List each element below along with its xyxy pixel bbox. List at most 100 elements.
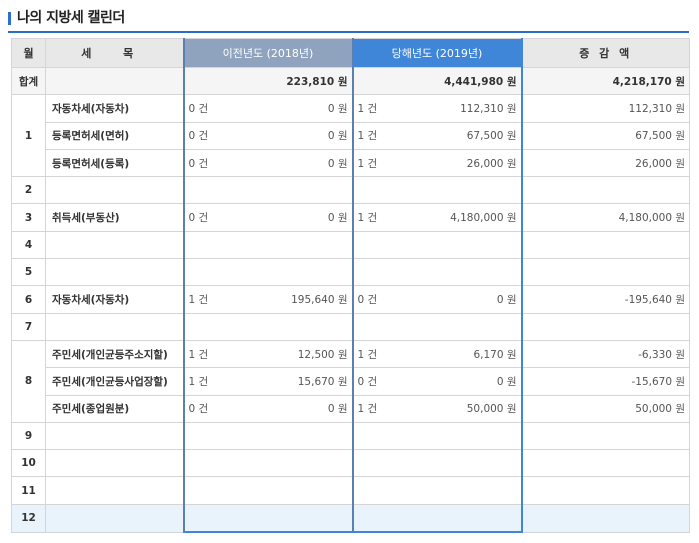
table-row: 12: [11, 503, 690, 534]
prev-amount: [231, 449, 354, 478]
curr-count: 0 건: [351, 285, 401, 314]
header-month: 월: [11, 38, 46, 68]
prev-amount: 0 원: [231, 394, 354, 423]
total-label: 합계: [11, 66, 46, 96]
table-row: 4: [11, 230, 690, 260]
tax-item: [45, 476, 184, 505]
prev-count: 0 건: [182, 394, 232, 423]
tax-item: [45, 258, 184, 287]
tax-item: 주민세(개인균등사업장할): [45, 367, 184, 396]
curr-count: 1 건: [351, 394, 401, 423]
month-cell: 6: [11, 285, 46, 314]
prev-amount: 0 원: [231, 148, 354, 178]
total-prev-amount: 223,810 원: [182, 66, 354, 96]
prev-amount: [231, 230, 354, 260]
table-row: 8 주민세(개인균등주소지할) 1 건 12,500 원 1 건 6,170 원…: [11, 339, 690, 423]
curr-count: [351, 230, 401, 260]
curr-amount: [400, 421, 523, 451]
prev-amount: 0 원: [231, 94, 354, 123]
diff-amount: -15,670 원: [521, 367, 690, 396]
total-diff: 4,218,170 원: [521, 66, 690, 96]
table-row: 2: [11, 176, 690, 205]
diff-amount: 67,500 원: [521, 121, 690, 150]
table-row: 5: [11, 258, 690, 287]
diff-amount: [521, 421, 690, 451]
table-row: 3 취득세(부동산) 0 건 0 원 1 건 4,180,000 원 4,180…: [11, 203, 690, 232]
title-accent-mark: [8, 11, 11, 25]
prev-amount: [231, 476, 354, 505]
curr-amount: 26,000 원: [400, 148, 523, 178]
curr-count: [351, 176, 401, 205]
diff-amount: [521, 476, 690, 505]
curr-count: 1 건: [351, 94, 401, 123]
table-row: 11: [11, 476, 690, 505]
diff-amount: 112,310 원: [521, 94, 690, 123]
prev-amount: 0 원: [231, 121, 354, 150]
curr-amount: [400, 476, 523, 505]
tax-item: [45, 230, 184, 260]
prev-count: [182, 258, 232, 287]
table-row: 등록면허세(면허) 0 건 0 원 1 건 67,500 원 67,500 원: [12, 121, 690, 150]
tax-item: 자동차세(자동차): [45, 285, 184, 314]
header-item: 세 목: [45, 38, 184, 68]
tax-item: 자동차세(자동차): [45, 94, 184, 123]
diff-amount: -195,640 원: [521, 285, 690, 314]
prev-count: 0 건: [182, 203, 232, 232]
prev-amount: [231, 258, 354, 287]
curr-count: [351, 312, 401, 341]
table-row: 7: [11, 312, 690, 341]
month-cell: 12: [11, 503, 46, 533]
diff-amount: [521, 258, 690, 287]
header-curr-year: 당해년도 (2019년): [351, 38, 523, 68]
prev-count: 1 건: [182, 339, 232, 369]
prev-amount: 12,500 원: [231, 339, 354, 369]
diff-amount: 50,000 원: [521, 394, 690, 423]
month-cell: 7: [11, 312, 46, 341]
month-cell: 10: [11, 449, 46, 478]
curr-amount: [400, 176, 523, 205]
table-row: 6 자동차세(자동차) 1 건 195,640 원 0 건 0 원 -195,6…: [11, 285, 690, 314]
header-prev-year: 이전년도 (2018년): [182, 38, 354, 68]
prev-count: 0 건: [182, 121, 232, 150]
tax-item: 취득세(부동산): [45, 203, 184, 232]
prev-amount: 195,640 원: [231, 285, 354, 314]
page-title-bar: 나의 지방세 캘린더: [8, 7, 125, 27]
diff-amount: [521, 503, 690, 533]
tax-item: 주민세(종업원분): [45, 394, 184, 423]
curr-amount: 6,170 원: [400, 339, 523, 369]
tax-item: [45, 312, 184, 341]
table-row: 주민세(개인균등사업장할) 1 건 15,670 원 0 건 0 원 -15,6…: [12, 367, 690, 396]
table-row: 등록면허세(등록) 0 건 0 원 1 건 26,000 원 26,000 원: [12, 148, 690, 178]
prev-amount: [231, 421, 354, 451]
prev-count: 1 건: [182, 367, 232, 396]
curr-amount: 0 원: [400, 367, 523, 396]
month-cell: 11: [11, 476, 46, 505]
curr-count: 1 건: [351, 148, 401, 178]
tax-item: 주민세(개인균등주소지할): [45, 339, 184, 369]
title-divider: [8, 31, 689, 33]
curr-amount: [400, 312, 523, 341]
tax-item: [45, 449, 184, 478]
curr-count: 0 건: [351, 367, 401, 396]
tax-calendar-table-wrap: 월 세 목 이전년도 (2018년) 당해년도 (2019년) 증 감 액 합계…: [11, 38, 690, 534]
total-curr-amount: 4,441,980 원: [351, 66, 523, 96]
curr-amount: 4,180,000 원: [400, 203, 523, 232]
prev-count: [182, 312, 232, 341]
curr-count: [351, 476, 401, 505]
table-row: 1 자동차세(자동차) 0 건 0 원 1 건 112,310 원 112,31…: [11, 94, 690, 178]
prev-count: [182, 421, 232, 451]
tax-item: [45, 503, 184, 533]
prev-amount: 0 원: [231, 203, 354, 232]
curr-count: [351, 503, 401, 534]
month-cell: 4: [11, 230, 46, 260]
diff-amount: 26,000 원: [521, 148, 690, 178]
diff-amount: [521, 176, 690, 205]
diff-amount: [521, 312, 690, 341]
total-row: 합계 223,810 원 4,441,980 원 4,218,170 원: [11, 66, 690, 96]
curr-amount: 0 원: [400, 285, 523, 314]
prev-amount: [231, 312, 354, 341]
prev-count: [182, 476, 232, 505]
table-row: 9: [11, 421, 690, 451]
curr-amount: 112,310 원: [400, 94, 523, 123]
table-row: 10: [11, 449, 690, 478]
